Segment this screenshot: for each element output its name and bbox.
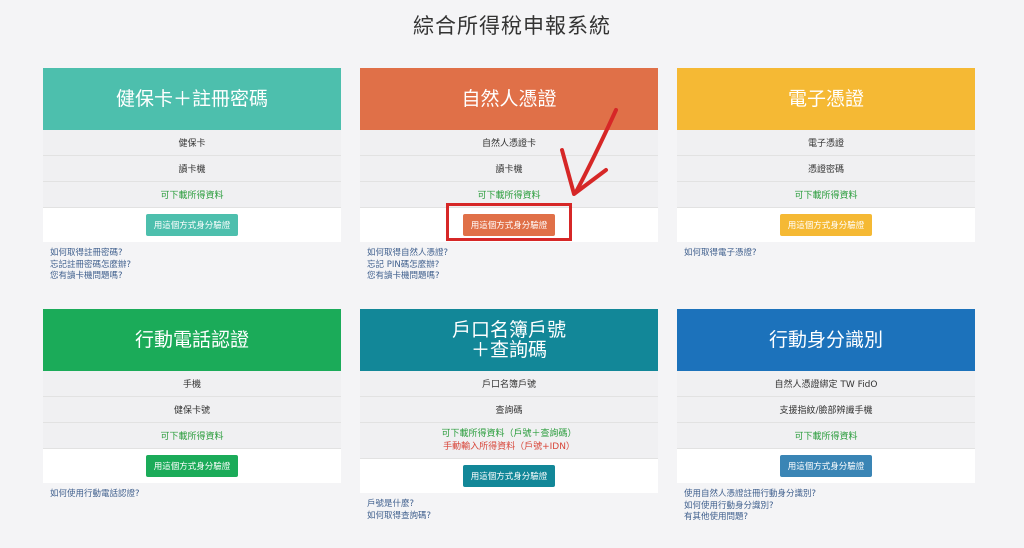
card-title: 行動身分識別 (677, 309, 975, 371)
verify-electronic-certificate-button[interactable]: 用這個方式身分驗證 (779, 214, 873, 236)
button-row: 用這個方式身分驗證 (43, 449, 341, 483)
help-link[interactable]: 有其他使用問題? (684, 512, 968, 524)
verify-household-button[interactable]: 用這個方式身分驗證 (462, 465, 556, 487)
download-note: 可下載所得資料 (43, 182, 341, 208)
requirement-row: 支援指紋/臉部辨識手機 (677, 397, 975, 423)
button-row: 用這個方式身分驗證 (677, 208, 975, 242)
help-links: 如何使用行動電話認證? (43, 483, 341, 501)
requirement-row: 自然人憑證綁定 TW FidO (677, 371, 975, 397)
card-household-register: 戶口名簿戶號 ＋查詢碼 戶口名簿戶號 查詢碼 可下載所得資料（戶號＋查詢碼） 手… (360, 309, 658, 522)
help-links: 如何取得註冊密碼? 忘記註冊密碼怎麼辦? 您有讀卡機問題嗎? (43, 242, 341, 283)
download-note: 可下載所得資料（戶號＋查詢碼） 手動輸入所得資料（戶號+IDN） (360, 423, 658, 459)
requirement-row: 手機 (43, 371, 341, 397)
help-link[interactable]: 如何取得註冊密碼? (50, 248, 334, 260)
help-link[interactable]: 使用自然人憑證註冊行動身分識別? (684, 489, 968, 501)
help-link[interactable]: 忘記 PIN碼怎麼辦? (367, 260, 651, 272)
manual-input-note: 手動輸入所得資料（戶號+IDN） (443, 441, 575, 452)
download-note: 可下載所得資料 (677, 182, 975, 208)
requirement-row: 讀卡機 (43, 156, 341, 182)
requirement-row: 健保卡號 (43, 397, 341, 423)
help-links: 如何取得自然人憑證? 忘記 PIN碼怎麼辦? 您有讀卡機問題嗎? (360, 242, 658, 283)
card-electronic-certificate: 電子憑證 電子憑證 憑證密碼 可下載所得資料 用這個方式身分驗證 如何取得電子憑… (677, 68, 975, 260)
requirement-row: 查詢碼 (360, 397, 658, 423)
card-nhi-card: 健保卡＋註冊密碼 健保卡 讀卡機 可下載所得資料 用這個方式身分驗證 如何取得註… (43, 68, 341, 283)
download-note: 可下載所得資料 (677, 423, 975, 449)
card-mobile-id: 行動身分識別 自然人憑證綁定 TW FidO 支援指紋/臉部辨識手機 可下載所得… (677, 309, 975, 524)
annotation-arrow-icon (560, 108, 618, 196)
help-link[interactable]: 如何取得電子憑證? (684, 248, 968, 260)
verify-nhi-button[interactable]: 用這個方式身分驗證 (145, 214, 239, 236)
help-link[interactable]: 如何取得自然人憑證? (367, 248, 651, 260)
requirement-row: 電子憑證 (677, 130, 975, 156)
help-link[interactable]: 忘記註冊密碼怎麼辦? (50, 260, 334, 272)
help-link[interactable]: 如何使用行動電話認證? (50, 489, 334, 501)
download-note: 可下載所得資料 (43, 423, 341, 449)
help-links: 如何取得電子憑證? (677, 242, 975, 260)
card-mobile-phone: 行動電話認證 手機 健保卡號 可下載所得資料 用這個方式身分驗證 如何使用行動電… (43, 309, 341, 501)
requirement-row: 健保卡 (43, 130, 341, 156)
help-link[interactable]: 您有讀卡機問題嗎? (50, 271, 334, 283)
button-row: 用這個方式身分驗證 (360, 459, 658, 493)
help-link[interactable]: 戶號是什麼? (367, 499, 651, 511)
card-title: 電子憑證 (677, 68, 975, 130)
help-link[interactable]: 您有讀卡機問題嗎? (367, 271, 651, 283)
card-title: 戶口名簿戶號 ＋查詢碼 (360, 309, 658, 371)
card-title: 行動電話認證 (43, 309, 341, 371)
button-row: 用這個方式身分驗證 (677, 449, 975, 483)
download-note-line: 可下載所得資料（戶號＋查詢碼） (441, 428, 577, 439)
page-title: 綜合所得稅申報系統 (413, 14, 611, 38)
requirement-row: 憑證密碼 (677, 156, 975, 182)
highlight-box (446, 203, 572, 241)
requirement-row: 戶口名簿戶號 (360, 371, 658, 397)
verify-mobile-id-button[interactable]: 用這個方式身分驗證 (779, 455, 873, 477)
help-link[interactable]: 如何使用行動身分識別? (684, 501, 968, 513)
help-link[interactable]: 如何取得查詢碼? (367, 511, 651, 523)
verify-mobile-phone-button[interactable]: 用這個方式身分驗證 (145, 455, 239, 477)
card-title: 健保卡＋註冊密碼 (43, 68, 341, 130)
help-links: 使用自然人憑證註冊行動身分識別? 如何使用行動身分識別? 有其他使用問題? (677, 483, 975, 524)
help-links: 戶號是什麼? 如何取得查詢碼? (360, 493, 658, 522)
button-row: 用這個方式身分驗證 (43, 208, 341, 242)
